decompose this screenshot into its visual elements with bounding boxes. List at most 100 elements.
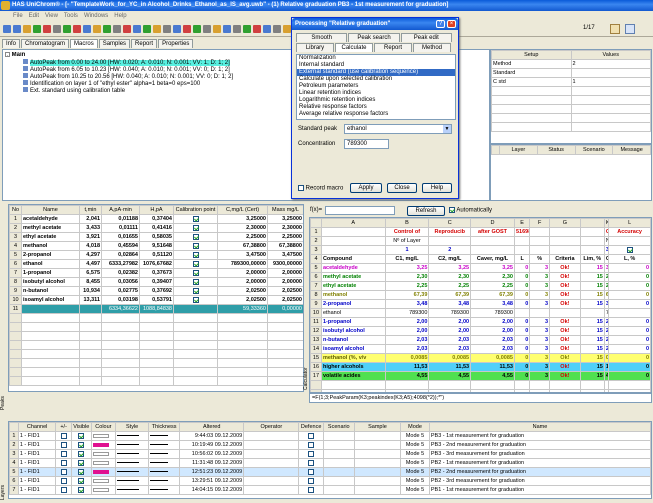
list-header[interactable]: Thickness — [148, 422, 181, 432]
list-cell[interactable] — [90, 458, 117, 468]
visible-checkbox[interactable] — [78, 468, 85, 475]
menu-edit[interactable]: Edit — [29, 13, 39, 19]
calc-cell[interactable]: 3 — [529, 290, 551, 300]
calc-cell[interactable] — [320, 236, 386, 246]
calc-cell[interactable]: Caver, mg/L — [470, 254, 515, 264]
list-cell[interactable] — [115, 440, 150, 450]
list-cell[interactable] — [353, 440, 402, 450]
calc-cell[interactable] — [549, 245, 581, 255]
calc-cell[interactable]: 0 — [513, 281, 531, 291]
peak-cell[interactable] — [173, 295, 218, 305]
calc-cell[interactable]: Ok! — [549, 290, 581, 300]
tab-info[interactable]: Info — [2, 39, 21, 48]
calc-cell[interactable]: 3 — [529, 281, 551, 291]
calc-cell[interactable]: n-butanol — [320, 335, 386, 345]
calc-cell[interactable]: 0,0085 — [603, 353, 610, 363]
calc-cell[interactable]: 0 — [513, 272, 531, 282]
list-cell[interactable]: 1 - FID1 — [17, 485, 57, 495]
calc-cell[interactable]: Criteria — [549, 254, 581, 264]
calc-cell[interactable]: Lim, % — [579, 254, 605, 264]
calc-cell[interactable]: 0 — [608, 335, 651, 345]
calc-cell[interactable]: ethanol — [320, 308, 386, 318]
list-cell[interactable] — [115, 431, 150, 441]
list-cell[interactable] — [243, 440, 300, 450]
calc-cell[interactable]: 0 — [513, 290, 531, 300]
toolbar-icon[interactable] — [63, 25, 71, 33]
calc-cell[interactable] — [608, 308, 651, 318]
chevron-down-icon[interactable]: ▼ — [443, 125, 451, 133]
table-row[interactable]: 21 - FID1 10:19:49 09.12.2009 Mode 5 PB3 - … — [9, 440, 651, 450]
plus-minus-checkbox[interactable] — [60, 450, 67, 457]
setup-cell[interactable]: 1 — [570, 77, 651, 87]
auto-checkbox[interactable]: Automatically — [449, 207, 492, 214]
calc-cell[interactable]: 4,55 — [384, 371, 430, 381]
calc-cell[interactable]: Ok! — [549, 299, 581, 309]
calibration-checkbox[interactable] — [192, 224, 199, 231]
colour-swatch[interactable] — [92, 460, 109, 465]
calc-cell[interactable]: 4,55 — [470, 371, 515, 381]
calibration-checkbox[interactable] — [192, 287, 199, 294]
calc-cell[interactable]: 67,39 — [428, 290, 472, 300]
list-cell[interactable] — [243, 476, 300, 486]
calibration-checkbox[interactable] — [192, 233, 199, 240]
list-cell[interactable]: 7 — [9, 485, 19, 495]
calc-cell[interactable]: 3,48 — [470, 299, 515, 309]
list-cell[interactable]: PB3 - 3rd measurement for graduation — [428, 449, 651, 459]
calc-cell[interactable]: 15 — [579, 317, 605, 327]
calc-cell[interactable]: 789300 — [470, 308, 515, 318]
calc-cell[interactable]: 15 — [579, 290, 605, 300]
menu-windows[interactable]: Windows — [84, 13, 108, 19]
calc-cell[interactable]: 789300 — [384, 308, 430, 318]
calibration-checkbox[interactable] — [192, 251, 199, 258]
peak-cell[interactable] — [173, 286, 218, 296]
calc-cell[interactable]: 0,0085 — [384, 353, 430, 363]
calc-cell[interactable] — [320, 245, 386, 255]
list-cell[interactable] — [55, 485, 72, 495]
peak-header[interactable]: Name — [21, 205, 80, 215]
help-button[interactable]: Help — [422, 183, 452, 193]
calc-cell[interactable]: 15 — [579, 335, 605, 345]
calc-cell[interactable]: 15 — [579, 353, 605, 363]
calc-cell[interactable]: 0 — [608, 317, 651, 327]
defence-checkbox[interactable] — [308, 459, 315, 466]
calc-cell[interactable]: Compound — [320, 254, 386, 264]
defence-checkbox[interactable] — [308, 432, 315, 439]
setup-row[interactable]: Method 2 — [491, 59, 651, 69]
visible-checkbox[interactable] — [78, 450, 85, 457]
list-cell[interactable] — [148, 440, 181, 450]
calc-cell[interactable]: 2,03 — [470, 344, 515, 354]
calc-cell[interactable]: 0 — [608, 272, 651, 282]
list-cell[interactable] — [322, 476, 355, 486]
calc-cell[interactable]: 11,53 — [603, 362, 610, 372]
calc-cell[interactable]: C1, mg/L — [384, 254, 430, 264]
setup-cell[interactable] — [570, 68, 651, 78]
list-header[interactable]: Name — [428, 422, 651, 432]
toolbar-icon[interactable] — [283, 25, 291, 33]
calc-cell[interactable]: methyl acetate — [320, 272, 386, 282]
list-header[interactable]: Defence — [298, 422, 324, 432]
calc-cell[interactable]: 0 — [513, 335, 531, 345]
calc-cell[interactable]: Nº of Layer — [384, 236, 430, 246]
defence-checkbox[interactable] — [308, 441, 315, 448]
thickness-line[interactable] — [150, 435, 169, 437]
method-item[interactable]: Calculate upon selected calibration — [297, 76, 455, 83]
calc-cell[interactable]: 2,00 — [470, 317, 515, 327]
setup-row[interactable]: Standard — [491, 68, 651, 78]
list-cell[interactable] — [148, 431, 181, 441]
method-item[interactable]: External standard (use calibration seque… — [297, 69, 455, 76]
style-line[interactable] — [117, 462, 140, 464]
list-header[interactable]: Operator — [243, 422, 300, 432]
toolbar-icon[interactable] — [183, 25, 191, 33]
close-icon[interactable]: × — [447, 20, 456, 28]
toolbar-icon[interactable] — [193, 25, 201, 33]
tab-properties[interactable]: Properties — [158, 39, 194, 48]
list-cell[interactable] — [70, 431, 92, 441]
calc-cell[interactable]: 11,53 — [428, 362, 472, 372]
list-cell[interactable] — [70, 485, 92, 495]
column-letter[interactable]: C — [428, 218, 472, 228]
close-button[interactable]: Close — [387, 183, 417, 193]
cell-selector[interactable] — [325, 206, 395, 215]
defence-checkbox[interactable] — [308, 450, 315, 457]
peak-cell[interactable] — [173, 259, 218, 269]
style-line[interactable] — [117, 453, 140, 455]
